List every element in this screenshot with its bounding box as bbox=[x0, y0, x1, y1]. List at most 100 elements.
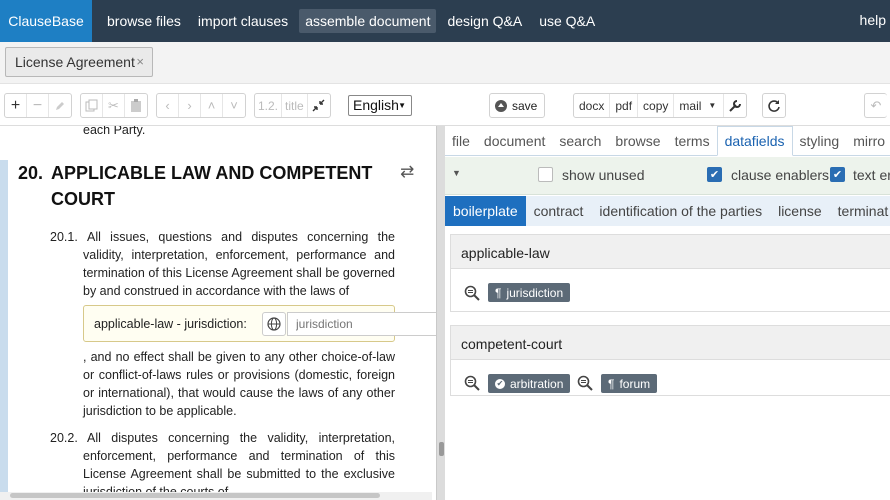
clipboard-button-group: ✂ bbox=[80, 93, 148, 118]
mail-button[interactable]: mail ▼ bbox=[674, 94, 725, 117]
side-panel-tabs: file document search browse terms datafi… bbox=[445, 126, 890, 156]
scrollbar-thumb[interactable] bbox=[10, 493, 380, 498]
chevron-up-icon[interactable]: ˄ bbox=[201, 94, 223, 117]
tab-styling[interactable]: styling bbox=[793, 126, 847, 156]
check-circle-icon: ✔ bbox=[495, 378, 505, 389]
nav-help[interactable]: help bbox=[860, 12, 886, 28]
clause-number: 20.1. bbox=[50, 230, 78, 244]
chevron-left-icon[interactable]: ‹ bbox=[157, 94, 179, 117]
add-icon[interactable]: + bbox=[5, 94, 27, 117]
datafield-tag[interactable]: ¶ forum bbox=[601, 374, 658, 393]
edit-button-group: + − bbox=[4, 93, 72, 118]
article-title[interactable]: APPLICABLE LAW AND COMPETENT COURT bbox=[51, 160, 391, 212]
category-termination[interactable]: terminat bbox=[830, 196, 890, 226]
clause-enablers-label: clause enablers bbox=[731, 167, 830, 183]
tab-search[interactable]: search bbox=[552, 126, 608, 156]
collapse-icon[interactable] bbox=[308, 94, 330, 117]
export-pdf-button[interactable]: pdf bbox=[610, 94, 639, 117]
datafield-box: applicable-law - jurisdiction: bbox=[83, 305, 436, 342]
language-select-value: English bbox=[353, 97, 399, 113]
remove-icon[interactable]: − bbox=[27, 94, 49, 117]
numbering-button-group: 1.2. title bbox=[254, 93, 331, 118]
tab-file[interactable]: file bbox=[445, 126, 477, 156]
document-tab[interactable]: License Agreement × bbox=[5, 47, 153, 77]
article-number: 20. bbox=[18, 163, 44, 183]
clause-enablers-checkbox[interactable]: ✔ bbox=[707, 167, 722, 182]
undo-button[interactable]: ↶ bbox=[864, 93, 887, 118]
datafield-label: applicable-law - jurisdiction: bbox=[94, 317, 247, 331]
show-unused-label: show unused bbox=[562, 167, 645, 183]
zoom-icon[interactable] bbox=[464, 375, 480, 391]
tab-mirror[interactable]: mirro bbox=[846, 126, 890, 156]
close-icon[interactable]: × bbox=[136, 54, 144, 69]
panel-title: competent-court bbox=[451, 326, 890, 360]
datafield-panel: applicable-law ¶ jurisdiction bbox=[450, 234, 890, 312]
numbering-button[interactable]: 1.2. bbox=[255, 94, 283, 117]
datafield-panel: competent-court ✔ arbitration ¶ forum bbox=[450, 325, 890, 396]
move-button-group: ‹ › ˄ ˅ bbox=[156, 93, 246, 118]
export-docx-button[interactable]: docx bbox=[574, 94, 611, 117]
jurisdiction-input[interactable] bbox=[287, 312, 436, 336]
category-identification[interactable]: identification of the parties bbox=[591, 196, 770, 226]
save-button[interactable]: save bbox=[489, 93, 545, 118]
nav-browse-files[interactable]: browse files bbox=[101, 9, 187, 33]
nav-import-clauses[interactable]: import clauses bbox=[192, 9, 294, 33]
swap-icon[interactable]: ⇄ bbox=[400, 162, 414, 182]
title-button[interactable]: title bbox=[282, 94, 308, 117]
side-panel: file document search browse terms datafi… bbox=[445, 126, 890, 500]
edit-icon[interactable] bbox=[49, 94, 71, 117]
top-navigation: ClauseBase browse files import clauses a… bbox=[0, 0, 890, 42]
zoom-icon[interactable] bbox=[577, 375, 593, 391]
clause-text[interactable]: All disputes concerning the validity, in… bbox=[83, 429, 395, 493]
text-enablers-checkbox[interactable]: ✔ bbox=[830, 167, 845, 182]
duplicate-icon[interactable] bbox=[81, 94, 103, 117]
datafield-tag[interactable]: ✔ arbitration bbox=[488, 374, 571, 393]
nav-use-qa[interactable]: use Q&A bbox=[533, 9, 601, 33]
chevron-down-icon[interactable]: ˅ bbox=[223, 94, 245, 117]
mail-label: mail bbox=[679, 98, 702, 113]
paragraph-icon: ¶ bbox=[495, 285, 502, 300]
paragraph-icon: ¶ bbox=[608, 376, 615, 391]
chevron-right-icon[interactable]: › bbox=[179, 94, 201, 117]
tag-label: forum bbox=[619, 376, 651, 391]
caret-down-icon: ▼ bbox=[708, 101, 717, 110]
show-unused-checkbox[interactable] bbox=[538, 167, 553, 182]
undo-icon: ↶ bbox=[870, 97, 882, 113]
caret-down-icon: ▼ bbox=[398, 101, 406, 110]
tab-document[interactable]: document bbox=[477, 126, 552, 156]
clause-text-continued[interactable]: , and no effect shall be given to any ot… bbox=[83, 348, 395, 420]
datafield-options: ▼ show unused ✔ clause enablers ✔ text e… bbox=[445, 157, 890, 195]
tab-terms[interactable]: terms bbox=[668, 126, 717, 156]
category-boilerplate[interactable]: boilerplate bbox=[445, 196, 526, 226]
datafield-tag[interactable]: ¶ jurisdiction bbox=[488, 283, 571, 302]
clause-text[interactable]: All issues, questions and disputes conce… bbox=[83, 228, 395, 300]
pane-splitter[interactable] bbox=[436, 126, 445, 500]
document-tab-label: License Agreement bbox=[15, 54, 135, 70]
nav-assemble-document[interactable]: assemble document bbox=[299, 9, 437, 33]
panel-title: applicable-law bbox=[451, 235, 890, 269]
export-button-group: docx pdf copy mail ▼ bbox=[573, 93, 748, 118]
previous-text: each Party. bbox=[83, 126, 146, 137]
tag-label: jurisdiction bbox=[506, 285, 564, 300]
cut-icon[interactable]: ✂ bbox=[103, 94, 125, 117]
paste-icon[interactable] bbox=[125, 94, 147, 117]
brand-logo[interactable]: ClauseBase bbox=[0, 0, 92, 42]
globe-icon[interactable] bbox=[262, 312, 286, 336]
tag-label: arbitration bbox=[510, 376, 564, 391]
tab-datafields[interactable]: datafields bbox=[716, 126, 793, 156]
tab-browse[interactable]: browse bbox=[608, 126, 667, 156]
splitter-handle[interactable] bbox=[439, 442, 444, 456]
document-pane: each Party. 20. APPLICABLE LAW AND COMPE… bbox=[0, 126, 436, 500]
refresh-icon bbox=[763, 94, 785, 117]
refresh-button[interactable] bbox=[762, 93, 786, 118]
copy-button[interactable]: copy bbox=[638, 94, 675, 117]
text-enablers-label: text er bbox=[853, 167, 890, 183]
category-contract[interactable]: contract bbox=[526, 196, 592, 226]
zoom-icon[interactable] bbox=[464, 285, 480, 301]
category-license[interactable]: license bbox=[770, 196, 830, 226]
caret-down-icon[interactable]: ▼ bbox=[452, 168, 461, 178]
language-select[interactable]: English ▼ bbox=[348, 95, 412, 116]
clause-number: 20.2. bbox=[50, 431, 78, 445]
nav-design-qa[interactable]: design Q&A bbox=[441, 9, 528, 33]
wrench-icon[interactable] bbox=[724, 94, 746, 117]
